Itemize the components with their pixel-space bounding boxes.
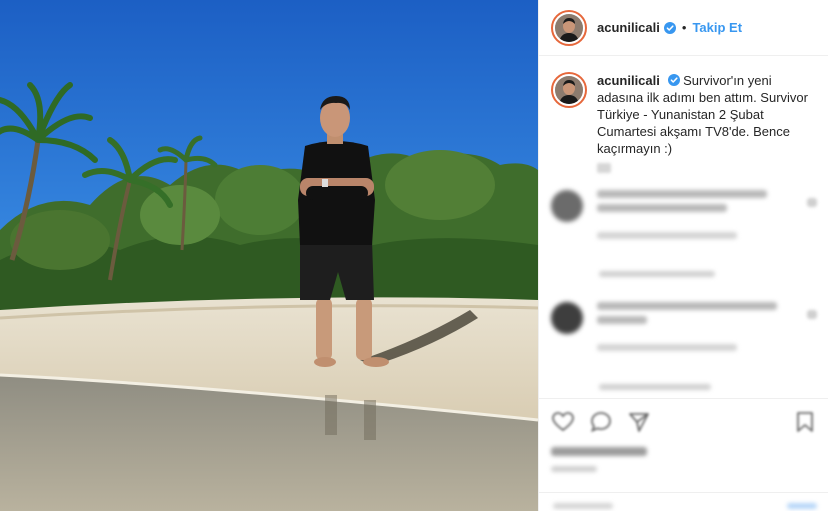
caption-avatar[interactable]	[551, 72, 587, 108]
bookmark-icon[interactable]	[793, 410, 817, 434]
header-username[interactable]: acunilicali	[597, 20, 660, 35]
verified-badge-icon	[663, 21, 676, 34]
avatar-photo	[555, 13, 583, 42]
comment-avatar[interactable]	[551, 302, 583, 334]
beach-photo	[0, 0, 538, 511]
add-comment-bar	[539, 492, 828, 511]
view-replies-blurred[interactable]	[599, 271, 715, 277]
view-replies-blurred[interactable]	[599, 384, 711, 390]
caption-username[interactable]: acunilicali	[597, 73, 660, 88]
like-count-blurred[interactable]	[551, 447, 647, 456]
avatar-photo	[555, 76, 583, 104]
post-photo[interactable]	[0, 0, 538, 511]
comment-text-blurred	[597, 190, 767, 198]
follow-button[interactable]: Takip Et	[692, 20, 742, 35]
comment-like-icon[interactable]	[807, 310, 817, 319]
post-header: acunilicali • Takip Et	[539, 0, 828, 56]
comment-avatar[interactable]	[551, 190, 583, 222]
caption-text-block: acunilicali Survivor'ın yeni adasına ilk…	[597, 72, 816, 157]
comment-like-icon[interactable]	[807, 198, 817, 207]
verified-badge-icon	[667, 74, 680, 86]
comment-meta-blurred	[597, 344, 737, 351]
share-icon[interactable]	[627, 410, 651, 434]
post-date-blurred	[551, 466, 597, 472]
comment-input-blurred[interactable]	[553, 503, 613, 509]
comment-item	[539, 190, 828, 239]
comment-meta-blurred	[597, 232, 737, 239]
comment-text-blurred	[597, 316, 647, 324]
post-comment-button-blurred[interactable]	[787, 503, 817, 509]
heart-icon[interactable]	[551, 410, 575, 434]
profile-avatar[interactable]	[551, 9, 587, 46]
comment-bubble-icon[interactable]	[589, 410, 613, 434]
comment-text-blurred	[597, 302, 777, 310]
post-actions	[539, 398, 828, 472]
caption-timestamp	[597, 163, 611, 173]
post-side-panel: acunilicali • Takip Et acunilicali Survi…	[538, 0, 828, 511]
post-caption: acunilicali Survivor'ın yeni adasına ilk…	[539, 56, 828, 157]
comment-text-blurred	[597, 204, 727, 212]
separator-dot: •	[681, 20, 687, 35]
comment-item	[539, 302, 828, 351]
